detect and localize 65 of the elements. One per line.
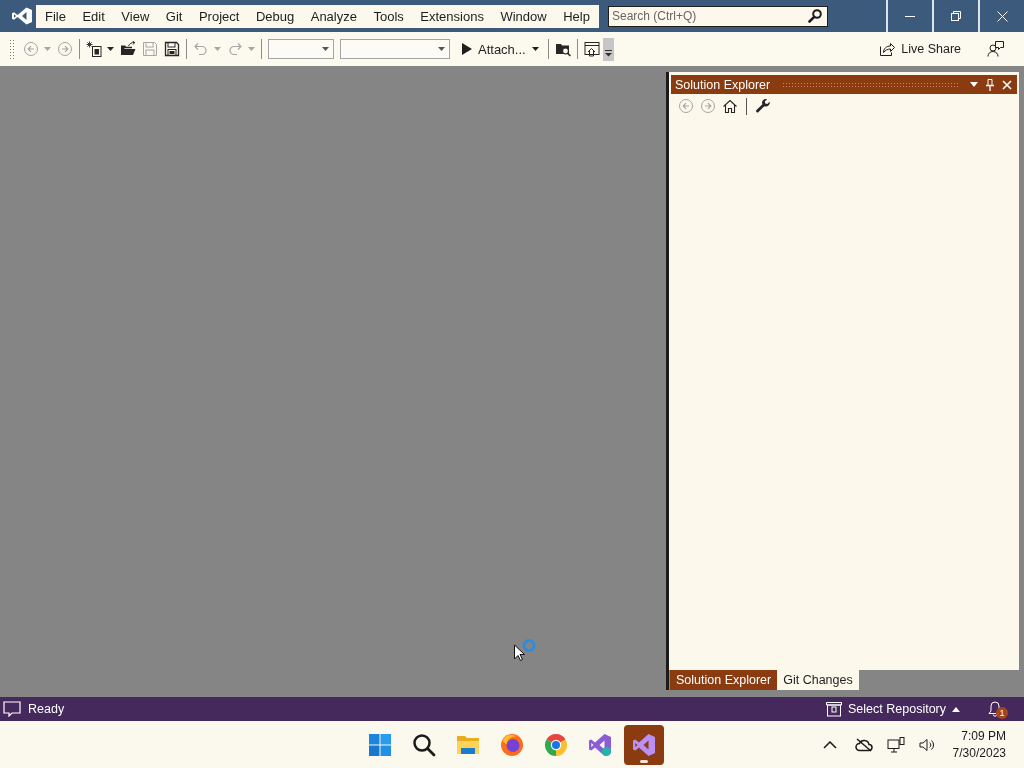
live-share-button[interactable]: Live Share [875, 37, 965, 61]
menu-item[interactable]: Edit [76, 5, 111, 27]
start-icon [368, 732, 392, 757]
caret-icon [438, 47, 445, 51]
status-text: Ready [28, 702, 65, 716]
panel-title: Solution Explorer [675, 77, 771, 92]
menu-item[interactable]: Window [494, 5, 553, 27]
segmented-ring-icon [544, 732, 568, 757]
menu-item[interactable]: File [39, 5, 72, 27]
overflow-caret-icon [604, 49, 612, 57]
repository-icon [826, 701, 843, 717]
panel-tab[interactable]: Solution Explorer [670, 670, 778, 690]
close-icon[interactable] [1002, 79, 1012, 90]
menu-item[interactable]: Project [192, 5, 246, 27]
caret-icon[interactable] [970, 82, 978, 87]
panel-tab[interactable]: Git Changes [777, 670, 859, 690]
clock-date: 7/30/2023 [952, 744, 1006, 762]
attach-button[interactable]: Attach... [456, 38, 542, 60]
clock-button[interactable]: 7:09 PM 7/30/2023 [952, 727, 1006, 762]
open-folder-icon[interactable] [120, 41, 136, 57]
speech-bubble-icon[interactable] [3, 701, 21, 717]
window-icon[interactable] [583, 41, 600, 57]
ribbon-badge-icon [588, 732, 612, 757]
clock-time: 7:09 PM [961, 727, 1006, 745]
toolbar-overflow-button[interactable] [602, 37, 614, 61]
save-all-icon[interactable] [164, 41, 180, 57]
search-icon[interactable] [808, 8, 822, 23]
bell-icon[interactable] [988, 701, 1002, 717]
speaker-icon[interactable] [918, 737, 935, 752]
select-repository-button[interactable]: Select Repository [822, 699, 964, 719]
menu-item[interactable]: Extensions [414, 5, 490, 27]
pin-icon[interactable] [986, 78, 994, 91]
up-caret-icon [952, 706, 960, 712]
running-indicator [640, 759, 648, 763]
folder-search-icon[interactable] [554, 41, 571, 57]
menu-item[interactable]: Git [159, 5, 189, 27]
swirl-globe-icon [500, 732, 524, 757]
play-icon [462, 43, 472, 55]
caret-icon [322, 47, 329, 51]
cloud-off-icon[interactable] [854, 737, 873, 752]
person-bubble-icon [987, 41, 1004, 57]
dropdown-field[interactable] [340, 39, 450, 59]
ribbon-icon [632, 732, 656, 757]
share-icon [879, 41, 896, 57]
menu-item[interactable]: Analyze [304, 5, 363, 27]
new-item-icon[interactable] [86, 41, 102, 57]
dropdown-field[interactable] [268, 39, 334, 59]
menu-item[interactable]: View [115, 5, 156, 27]
notification-badge: 1 [996, 707, 1008, 719]
monitor-icon[interactable] [886, 736, 905, 753]
restore-icon [951, 11, 961, 21]
home-icon[interactable] [722, 98, 738, 114]
menu-item[interactable]: Debug [249, 5, 301, 27]
close-icon [996, 10, 1008, 22]
app-button[interactable] [624, 724, 664, 765]
chevron-up-icon[interactable] [822, 740, 837, 749]
search-icon [412, 732, 436, 757]
caret-icon[interactable] [107, 47, 114, 51]
feedback-button[interactable] [985, 39, 1006, 59]
app-logo-icon[interactable] [11, 7, 33, 25]
menu-item[interactable]: Help [557, 5, 596, 27]
menu-item[interactable]: Tools [367, 5, 410, 27]
search-field[interactable]: Search (Ctrl+Q) [608, 5, 828, 27]
minimize-icon [905, 15, 915, 17]
wrench-icon[interactable] [755, 98, 771, 114]
